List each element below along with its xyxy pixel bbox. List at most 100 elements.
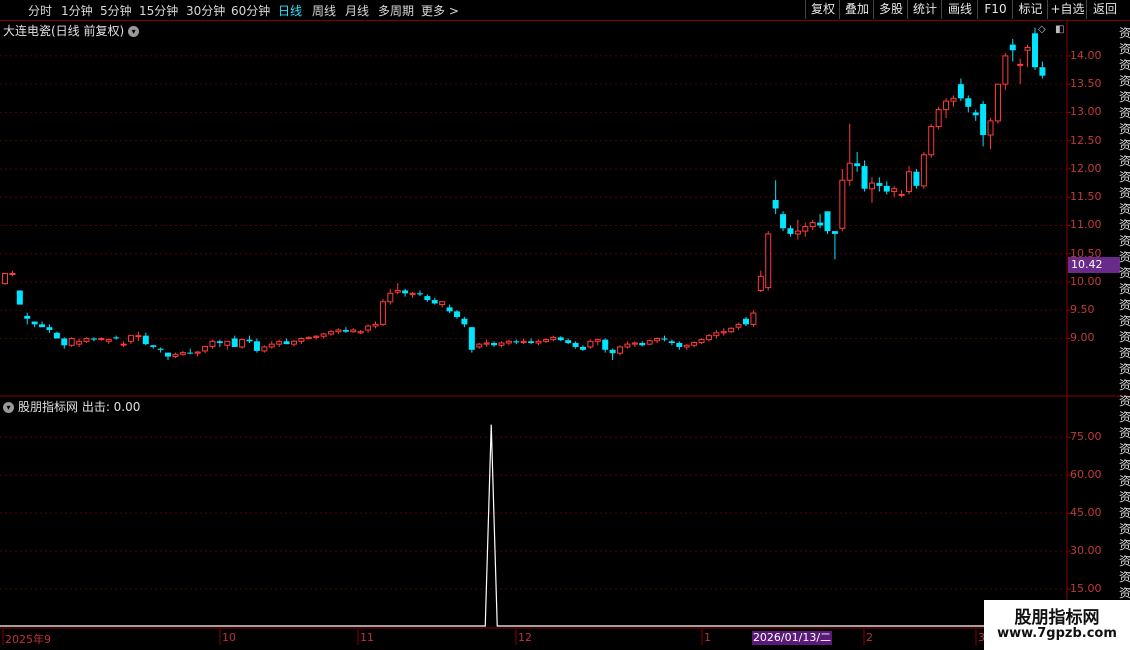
side-info-glyph: 资: [1119, 58, 1130, 72]
candle-body: [698, 339, 705, 343]
candle-body: [298, 337, 305, 342]
candle-body: [891, 188, 898, 193]
side-info-glyph: 资: [1119, 570, 1130, 584]
candle-body: [454, 311, 461, 318]
price-tick-label: 13.00: [1070, 105, 1102, 119]
candle-body: [483, 342, 490, 345]
side-info-glyph: 资: [1119, 122, 1130, 136]
candle-body: [127, 335, 134, 342]
side-info-glyph: 资: [1119, 234, 1130, 248]
candle-body: [654, 337, 661, 342]
candle-body: [61, 338, 68, 346]
candle-body: [335, 329, 342, 333]
candle-body: [765, 233, 772, 289]
candle-body: [505, 340, 512, 344]
candle-body: [179, 352, 186, 355]
side-info-glyph: 资: [1119, 266, 1130, 280]
candle-body: [394, 289, 401, 293]
candle-body: [431, 300, 438, 304]
price-tick-label: 9.00: [1070, 331, 1095, 345]
candle-body: [157, 348, 164, 350]
candle-body: [854, 163, 861, 167]
candle-body: [631, 342, 638, 345]
candle-body: [31, 321, 38, 325]
side-info-glyph: 资: [1119, 394, 1130, 408]
candle-body: [520, 340, 527, 343]
candle-body: [379, 301, 386, 325]
candle-body: [468, 327, 475, 350]
candle-body: [24, 315, 31, 319]
candle-body: [868, 182, 875, 190]
side-info-glyph: 资: [1119, 442, 1130, 456]
candle-body: [135, 335, 142, 338]
candle-body: [276, 340, 283, 345]
candle-body: [261, 346, 268, 352]
candle-body: [498, 342, 505, 346]
price-tick-label: 11.50: [1070, 190, 1102, 204]
candle-body: [1009, 44, 1016, 51]
candle-body: [461, 318, 468, 325]
side-info-glyph: 资: [1119, 586, 1130, 600]
candle-body: [728, 327, 735, 333]
candle-body: [831, 231, 838, 234]
candle-body: [202, 345, 209, 352]
candle-body: [491, 343, 498, 346]
price-tick-label: 10.50: [1070, 246, 1102, 260]
candle-body: [950, 97, 957, 102]
candle-body: [839, 179, 846, 229]
candle-body: [772, 200, 779, 209]
side-info-glyph: 资: [1119, 282, 1130, 296]
candle-body: [987, 120, 994, 136]
side-info-glyph: 资: [1119, 154, 1130, 168]
price-tick-label: 12.50: [1070, 133, 1102, 147]
candle-body: [357, 331, 364, 334]
side-info-glyph: 资: [1119, 218, 1130, 232]
candle-body: [1002, 55, 1009, 85]
candle-body: [1031, 33, 1038, 68]
candle-body: [209, 340, 216, 347]
candle-body: [594, 339, 601, 342]
side-info-glyph: 资: [1119, 474, 1130, 488]
indicator-tick-label: 60.00: [1070, 468, 1102, 482]
price-tick-label: 10.00: [1070, 274, 1102, 288]
candle-body: [906, 171, 913, 193]
candle-body: [83, 337, 90, 342]
candle-body: [980, 103, 987, 136]
candle-body: [943, 100, 950, 111]
side-info-glyph: 资: [1119, 330, 1130, 344]
candle-body: [150, 345, 157, 347]
indicator-tick-label: 30.00: [1070, 544, 1102, 558]
candle-body: [439, 301, 446, 306]
candle-body: [513, 341, 520, 343]
candle-body: [676, 343, 683, 347]
candle-body: [683, 344, 690, 348]
indicator-tick-label: 45.00: [1070, 506, 1102, 520]
candle-body: [550, 336, 557, 341]
side-info-glyph: 资: [1119, 186, 1130, 200]
candle-body: [268, 343, 275, 348]
price-tick-label: 12.00: [1070, 161, 1102, 175]
candle-body: [105, 339, 112, 342]
indicator-tick-label: 15.00: [1070, 582, 1102, 596]
candle-body: [602, 339, 609, 350]
watermark-url: www.7gpzb.com: [997, 626, 1117, 641]
side-info-glyph: 资: [1119, 298, 1130, 312]
candle-body: [402, 290, 409, 294]
candle-body: [743, 318, 749, 325]
candle-body: [231, 338, 238, 347]
candle-body: [1039, 67, 1046, 76]
candle-body: [194, 351, 201, 354]
candle-body: [39, 324, 46, 328]
candle-body: [68, 337, 75, 346]
kline-chart[interactable]: [0, 0, 1130, 650]
candle-body: [913, 171, 920, 186]
candle-body: [920, 154, 927, 187]
candle-body: [320, 333, 327, 337]
candle-body: [113, 337, 120, 339]
candle-body: [1017, 63, 1024, 66]
candle-body: [898, 193, 905, 196]
candle-body: [572, 343, 579, 347]
candle-body: [290, 340, 297, 345]
candle-body: [883, 185, 890, 192]
date-tick-label: 1: [704, 631, 711, 644]
